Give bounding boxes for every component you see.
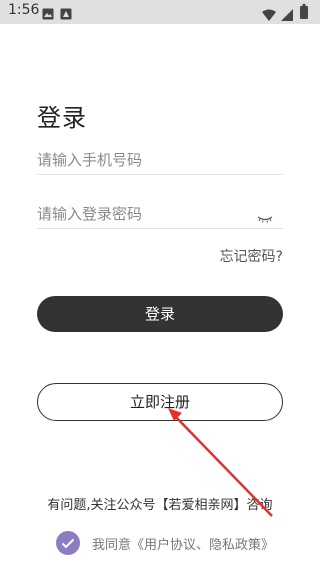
- image-icon: [42, 5, 54, 24]
- support-hint: 有问题,关注公众号【若爱相亲网】咨询: [47, 498, 273, 513]
- signal-icon: [281, 6, 293, 25]
- phone-field: [37, 148, 283, 175]
- annotation-arrow: [168, 408, 273, 517]
- agreement-row: 我同意《用户协议、隐私政策》: [56, 531, 274, 555]
- agreement-checkbox[interactable]: [56, 531, 80, 555]
- check-icon: [61, 538, 75, 548]
- page-title: 登录: [37, 104, 87, 132]
- battery-icon: [300, 4, 308, 23]
- notification-icon: [60, 5, 72, 24]
- status-bar: 1:56: [0, 0, 320, 24]
- wifi-icon: [262, 6, 276, 25]
- phone-input[interactable]: [37, 148, 247, 172]
- eye-closed-icon[interactable]: [257, 208, 273, 227]
- password-field: [37, 202, 283, 229]
- agreement-text[interactable]: 我同意《用户协议、隐私政策》: [92, 534, 274, 553]
- login-button[interactable]: 登录: [37, 296, 283, 332]
- forgot-password-link[interactable]: 忘记密码?: [220, 246, 283, 266]
- password-input[interactable]: [37, 202, 247, 226]
- status-time: 1:56: [8, 2, 40, 18]
- register-button[interactable]: 立即注册: [37, 383, 283, 421]
